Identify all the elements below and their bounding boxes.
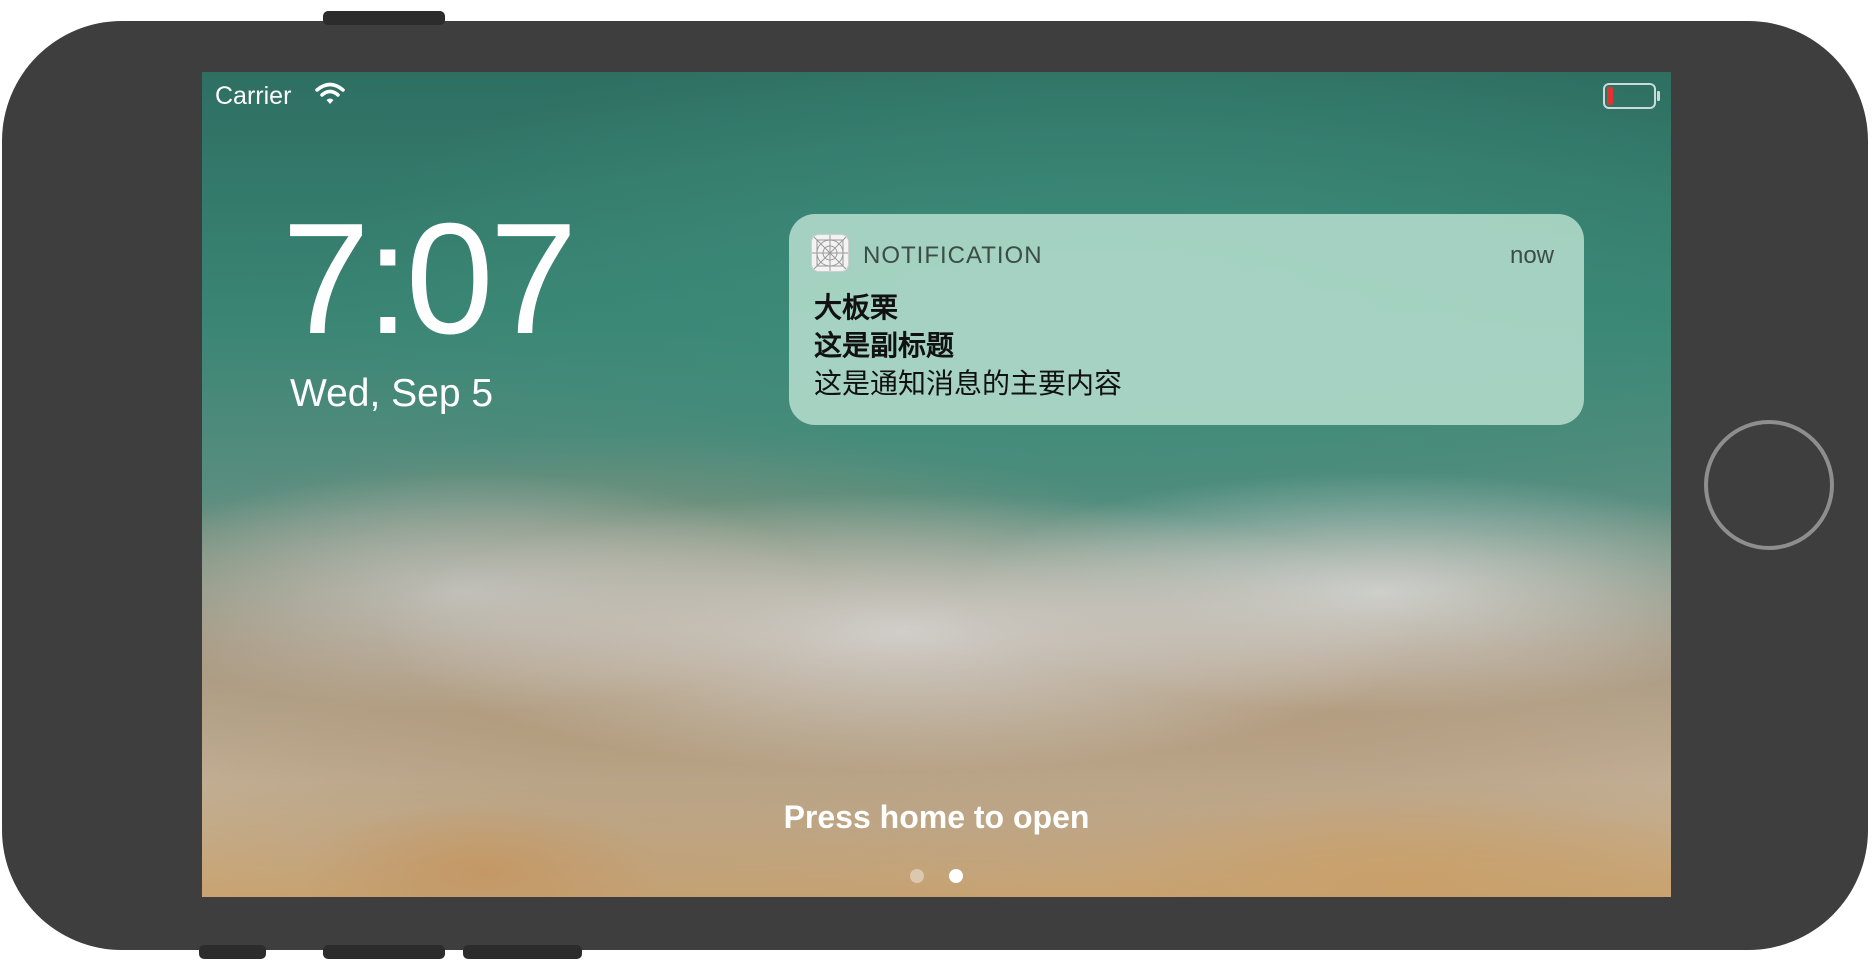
- page-indicator[interactable]: [202, 869, 1671, 888]
- wifi-icon: [315, 82, 345, 104]
- carrier-label: Carrier: [215, 82, 292, 110]
- notification-title: 大板栗: [814, 292, 899, 323]
- lock-screen: Carrier 7:07 Wed, Sep 5 NOTIFICATION now…: [202, 72, 1671, 897]
- power-button: [323, 11, 445, 25]
- notification-app-name: NOTIFICATION: [863, 242, 1043, 269]
- notification-body: 这是通知消息的主要内容: [814, 368, 1123, 399]
- home-button[interactable]: [1704, 420, 1834, 550]
- lock-date: Wed, Sep 5: [290, 372, 494, 415]
- battery-low-icon: [1603, 83, 1660, 109]
- volume-down-button: [463, 945, 582, 959]
- lock-time: 7:07: [282, 191, 578, 367]
- notification-subtitle: 这是副标题: [814, 330, 955, 361]
- page-dot-camera[interactable]: [910, 869, 925, 883]
- notification-banner[interactable]: NOTIFICATION now 大板栗 这是副标题 这是通知消息的主要内容: [789, 214, 1584, 425]
- unlock-hint: Press home to open: [783, 799, 1090, 835]
- app-placeholder-icon: [811, 234, 849, 272]
- notification-timestamp: now: [1509, 242, 1554, 269]
- mute-switch: [199, 945, 266, 959]
- volume-up-button: [323, 945, 445, 959]
- page-dot-lock[interactable]: [948, 869, 963, 883]
- status-bar: Carrier: [202, 72, 1671, 120]
